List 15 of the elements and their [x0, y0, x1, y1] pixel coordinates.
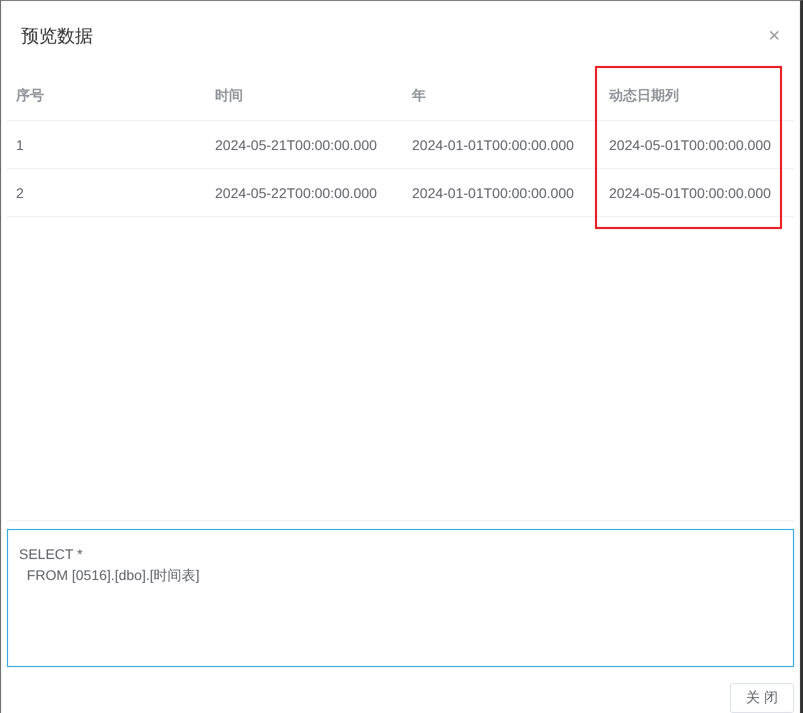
table-cell-text: 1 [15, 136, 24, 153]
table-cell-text: 2024-05-01T00:00:00.000 [608, 184, 771, 201]
table-cell-text: 2024-05-01T00:00:00.000 [608, 136, 771, 153]
column-header: 序号 [15, 87, 44, 106]
column-header: 年 [410, 87, 426, 106]
table-cell-text: 2024-05-22T00:00:00.000 [214, 184, 377, 201]
table-cell-text: 2 [15, 184, 24, 201]
dialog-title: 预览数据 [21, 25, 93, 48]
column-header: 动态日期列 [608, 87, 679, 106]
close-dialog-button[interactable]: 关 闭 [730, 683, 794, 713]
table-cell-text: 2024-01-01T00:00:00.000 [411, 136, 574, 153]
table-cell-text: 2024-05-21T00:00:00.000 [214, 136, 377, 153]
sql-field[interactable]: SELECT * FROM [0516].[dbo].[时间表] [7, 529, 794, 667]
table-cell-text: 2024-01-01T00:00:00.000 [411, 184, 574, 201]
column-header: 时间 [214, 87, 243, 106]
